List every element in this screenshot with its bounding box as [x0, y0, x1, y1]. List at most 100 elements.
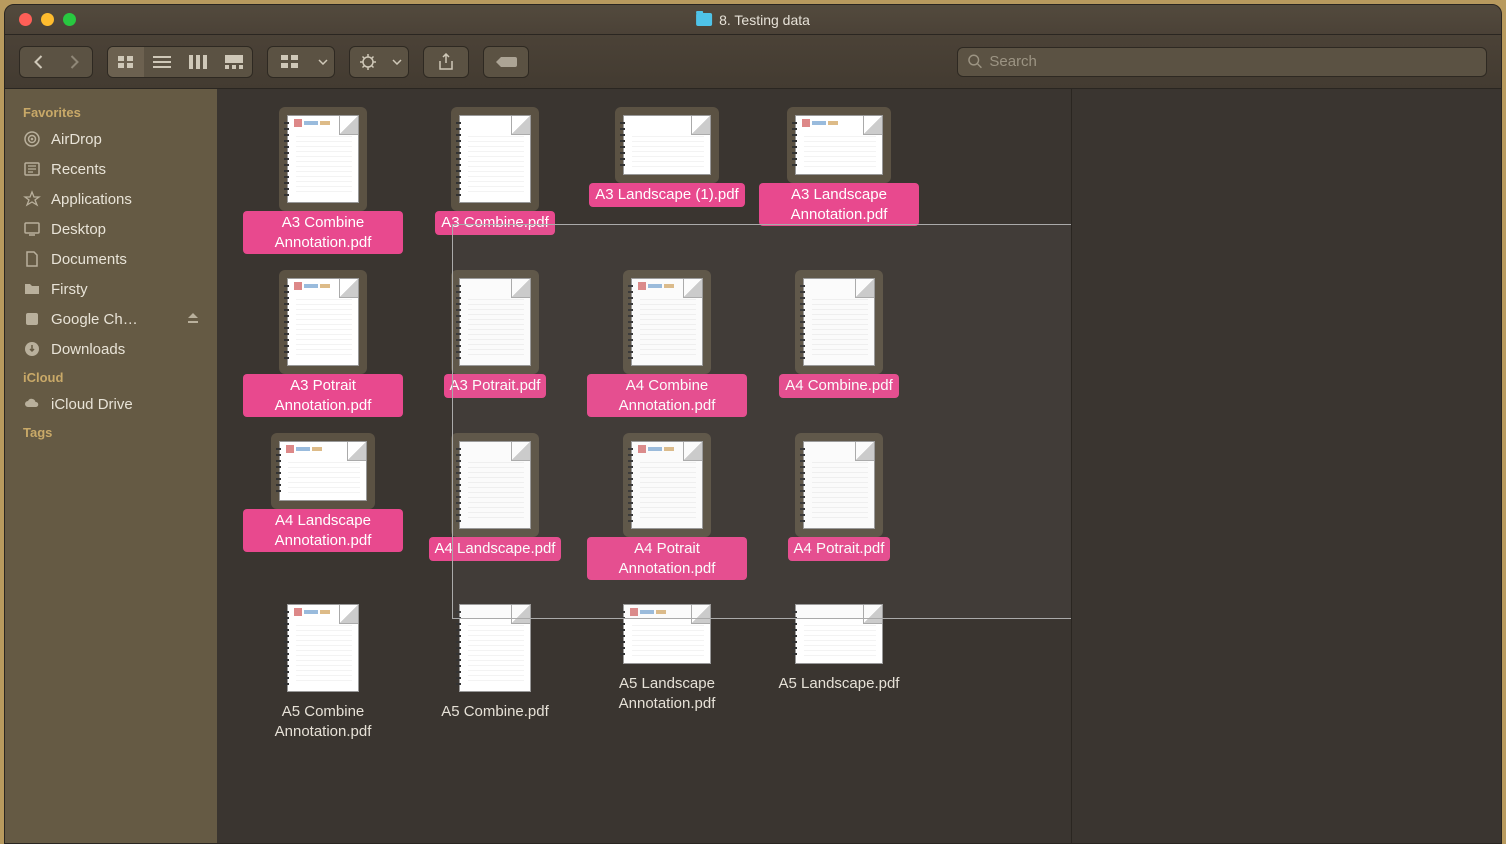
- sidebar-item-desktop[interactable]: Desktop: [5, 214, 217, 244]
- back-button[interactable]: [20, 47, 56, 77]
- file-item[interactable]: A3 Potrait Annotation.pdf: [237, 262, 409, 425]
- window-title-text: 8. Testing data: [719, 12, 810, 28]
- toolbar: [5, 35, 1501, 89]
- file-thumbnail: [279, 270, 367, 374]
- sidebar-item-label: Google Ch…: [51, 311, 138, 328]
- file-item[interactable]: A4 Landscape Annotation.pdf: [237, 425, 409, 588]
- eject-icon[interactable]: [187, 311, 199, 328]
- file-name: A4 Landscape Annotation.pdf: [243, 509, 403, 552]
- forward-button[interactable]: [56, 47, 92, 77]
- sidebar-header: Tags: [5, 419, 217, 444]
- tags-group[interactable]: [483, 46, 529, 78]
- file-grid: A3 Combine Annotation.pdf A3 Combine.pdf A…: [217, 89, 1071, 761]
- file-thumbnail: [787, 107, 891, 183]
- sidebar-item-downloads[interactable]: Downloads: [5, 334, 217, 364]
- content-area[interactable]: A3 Combine Annotation.pdf A3 Combine.pdf A…: [217, 89, 1071, 843]
- groupby-chevron[interactable]: [312, 47, 334, 77]
- file-item[interactable]: A3 Landscape (1).pdf: [581, 99, 753, 262]
- sidebar-item-recents[interactable]: Recents: [5, 154, 217, 184]
- file-thumbnail: [279, 107, 367, 211]
- sidebar-item-airdrop[interactable]: AirDrop: [5, 124, 217, 154]
- traffic-lights: [5, 13, 76, 26]
- view-group: [107, 46, 253, 78]
- file-name: A5 Landscape.pdf: [773, 672, 906, 696]
- file-thumbnail: [451, 270, 539, 374]
- body: Favorites AirDrop Recents Applications Deskt…: [5, 89, 1501, 843]
- view-list-button[interactable]: [144, 47, 180, 77]
- sidebar-item-label: iCloud Drive: [51, 396, 133, 413]
- minimize-icon[interactable]: [41, 13, 54, 26]
- folder-icon: [696, 13, 712, 26]
- sidebar-item-icloud-drive[interactable]: iCloud Drive: [5, 389, 217, 419]
- sidebar-item-google-ch-[interactable]: Google Ch…: [5, 304, 217, 334]
- sidebar-header: iCloud: [5, 364, 217, 389]
- close-icon[interactable]: [19, 13, 32, 26]
- file-name: A5 Landscape Annotation.pdf: [587, 672, 747, 715]
- file-name: A4 Potrait Annotation.pdf: [587, 537, 747, 580]
- file-item[interactable]: A3 Combine.pdf: [409, 99, 581, 262]
- sidebar-item-applications[interactable]: Applications: [5, 184, 217, 214]
- share-group[interactable]: [423, 46, 469, 78]
- file-name: A3 Combine.pdf: [435, 211, 555, 235]
- sidebar-item-label: Applications: [51, 191, 132, 208]
- search-icon: [968, 54, 982, 69]
- groupby[interactable]: [267, 46, 335, 78]
- titlebar: 8. Testing data: [5, 5, 1501, 35]
- file-item[interactable]: A4 Combine Annotation.pdf: [581, 262, 753, 425]
- sidebar-item-label: Firsty: [51, 281, 88, 298]
- window-title: 8. Testing data: [696, 12, 810, 28]
- sidebar-header: Favorites: [5, 99, 217, 124]
- sidebar-item-firsty[interactable]: Firsty: [5, 274, 217, 304]
- file-name: A4 Potrait.pdf: [788, 537, 891, 561]
- file-name: A3 Landscape Annotation.pdf: [759, 183, 919, 226]
- file-item[interactable]: A4 Landscape.pdf: [409, 425, 581, 588]
- nav-group: [19, 46, 93, 78]
- view-icon-button[interactable]: [108, 47, 144, 77]
- tags-button[interactable]: [484, 47, 528, 77]
- file-item[interactable]: A3 Landscape Annotation.pdf: [753, 99, 925, 262]
- file-name: A4 Landscape.pdf: [429, 537, 562, 561]
- sidebar-item-documents[interactable]: Documents: [5, 244, 217, 274]
- file-item[interactable]: A4 Potrait Annotation.pdf: [581, 425, 753, 588]
- file-name: A4 Combine.pdf: [779, 374, 899, 398]
- file-name: A3 Potrait.pdf: [444, 374, 547, 398]
- file-item[interactable]: A3 Potrait.pdf: [409, 262, 581, 425]
- file-item[interactable]: A5 Combine Annotation.pdf: [237, 588, 409, 751]
- groupby-button[interactable]: [268, 47, 312, 77]
- file-thumbnail: [615, 107, 719, 183]
- action-button[interactable]: [350, 47, 386, 77]
- file-item[interactable]: A5 Landscape.pdf: [753, 588, 925, 751]
- file-thumbnail: [623, 433, 711, 537]
- sidebar-item-label: AirDrop: [51, 131, 102, 148]
- file-thumbnail: [615, 596, 719, 672]
- file-thumbnail: [795, 433, 883, 537]
- file-item[interactable]: A4 Combine.pdf: [753, 262, 925, 425]
- file-item[interactable]: A3 Combine Annotation.pdf: [237, 99, 409, 262]
- file-thumbnail: [795, 270, 883, 374]
- file-item[interactable]: A5 Combine.pdf: [409, 588, 581, 751]
- file-thumbnail: [279, 596, 367, 700]
- zoom-icon[interactable]: [63, 13, 76, 26]
- view-gallery-button[interactable]: [216, 47, 252, 77]
- search-input[interactable]: [989, 53, 1476, 70]
- search-field[interactable]: [957, 47, 1487, 77]
- file-thumbnail: [451, 433, 539, 537]
- file-thumbnail: [451, 107, 539, 211]
- view-column-button[interactable]: [180, 47, 216, 77]
- file-thumbnail: [451, 596, 539, 700]
- action-group[interactable]: [349, 46, 409, 78]
- share-button[interactable]: [424, 47, 468, 77]
- finder-window: 8. Testing data: [4, 4, 1502, 844]
- file-thumbnail: [271, 433, 375, 509]
- sidebar-item-label: Desktop: [51, 221, 106, 238]
- file-name: A5 Combine.pdf: [435, 700, 555, 724]
- file-item[interactable]: A5 Landscape Annotation.pdf: [581, 588, 753, 751]
- action-chevron[interactable]: [386, 47, 408, 77]
- file-name: A4 Combine Annotation.pdf: [587, 374, 747, 417]
- file-name: A3 Potrait Annotation.pdf: [243, 374, 403, 417]
- sidebar-item-label: Recents: [51, 161, 106, 178]
- file-name: A5 Combine Annotation.pdf: [243, 700, 403, 743]
- sidebar: Favorites AirDrop Recents Applications Deskt…: [5, 89, 217, 843]
- file-thumbnail: [623, 270, 711, 374]
- file-item[interactable]: A4 Potrait.pdf: [753, 425, 925, 588]
